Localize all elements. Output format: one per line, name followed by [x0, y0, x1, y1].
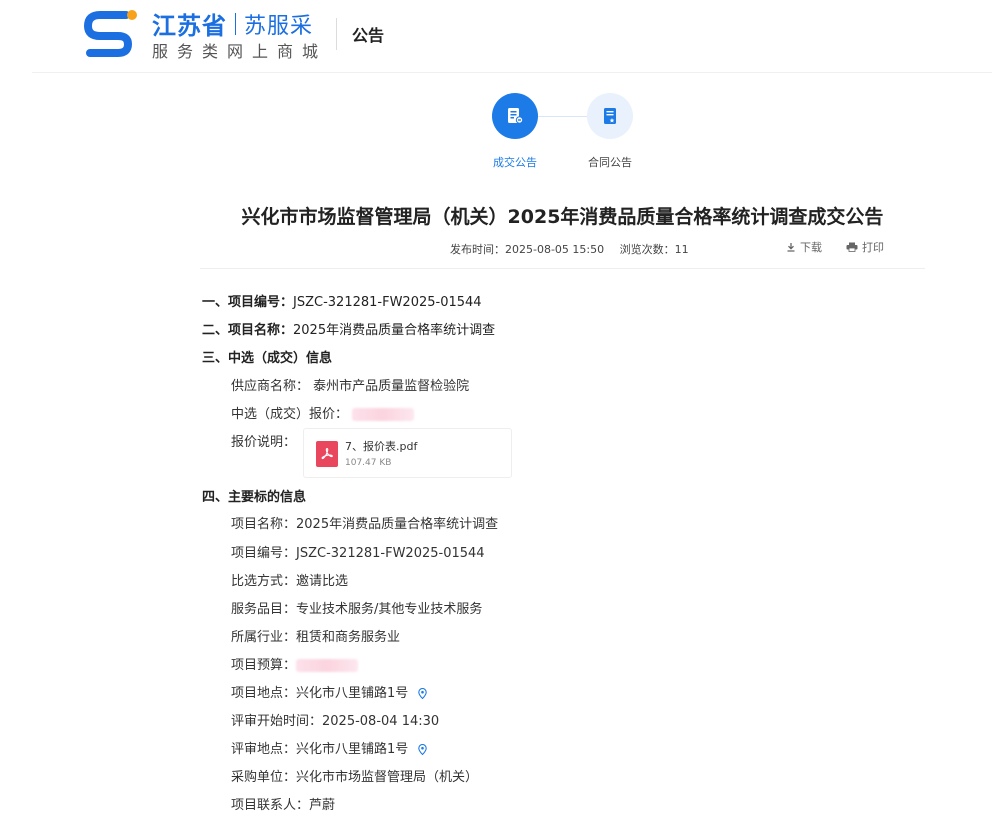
section-winner-info: 三、中选（成交）信息: [202, 351, 333, 366]
detail-label: 项目联系人：: [231, 798, 310, 813]
detail-row: 比选方式：邀请比选: [231, 570, 348, 589]
location-pin-icon[interactable]: [418, 744, 428, 755]
location-pin-icon[interactable]: [418, 688, 428, 699]
step-contract-notice-circle: [587, 93, 633, 139]
view-count: 浏览次数：11: [619, 243, 689, 256]
section-project-name: 二、项目名称：2025年消费品质量合格率统计调查: [202, 319, 495, 338]
brand-divider: [235, 12, 236, 35]
detail-value: JSZC-321281-FW2025-01544: [296, 546, 485, 561]
section-main-subject: 四、主要标的信息: [202, 490, 307, 505]
notice-title: 兴化市市场监督管理局（机关）2025年消费品质量合格率统计调查成交公告: [241, 206, 884, 228]
pdf-symbol-icon: [321, 447, 333, 460]
detail-label: 评审地点：: [231, 742, 297, 757]
title-divider: [200, 268, 925, 269]
detail-value: 2025-08-04 14:30: [322, 714, 440, 729]
print-button[interactable]: 打印: [846, 239, 884, 255]
step-contract-notice-label: 合同公告: [588, 156, 632, 169]
section-project-number-label: 一、项目编号：: [202, 295, 294, 310]
site-header: 江苏省 苏服采 服务类网上商城 公告: [0, 0, 1000, 72]
download-icon: [787, 243, 795, 252]
detail-label: 项目名称：: [231, 517, 297, 532]
price-note-label: 报价说明：: [231, 435, 297, 450]
header-bottom-divider: [32, 72, 992, 73]
price-row: 中选（成交）报价：: [231, 403, 415, 422]
detail-value: 兴化市市场监督管理局（机关）: [296, 770, 479, 785]
supplier-value: 泰州市产品质量监督检验院: [313, 379, 470, 394]
detail-row: 项目地点：兴化市八里铺路1号: [231, 682, 428, 701]
section-project-name-value: 2025年消费品质量合格率统计调查: [293, 323, 496, 338]
detail-value: 租赁和商务服务业: [296, 630, 401, 645]
section-project-number-value: JSZC-321281-FW2025-01544: [293, 295, 482, 310]
brand-title: 江苏省 苏服采: [152, 6, 313, 41]
step-deal-notice-circle: [492, 93, 538, 139]
detail-label: 项目地点：: [231, 686, 297, 701]
publish-time: 发布时间：2025-08-05 15:50: [450, 243, 605, 256]
step-contract-notice[interactable]: 合同公告: [581, 93, 639, 170]
notice-meta: 发布时间：2025-08-05 15:50 浏览次数：11: [450, 241, 701, 257]
detail-row: 采购单位：兴化市市场监督管理局（机关）: [231, 766, 478, 785]
detail-row: 评审开始时间：2025-08-04 14:30: [231, 710, 439, 729]
download-label: 下载: [800, 241, 822, 254]
price-label: 中选（成交）报价：: [231, 407, 349, 422]
step-deal-notice[interactable]: 成交公告: [486, 93, 544, 170]
brand-subtitle: 服务类网上商城: [152, 42, 328, 61]
detail-row: 服务品目：专业技术服务/其他专业技术服务: [231, 598, 482, 617]
brand-province: 江苏省: [152, 12, 227, 40]
download-button[interactable]: 下载: [786, 239, 822, 255]
detail-row: 项目预算：: [231, 654, 359, 673]
detail-label: 所属行业：: [231, 630, 297, 645]
detail-row: 所属行业：租赁和商务服务业: [231, 626, 400, 645]
deal-doc-icon: [508, 108, 524, 124]
brand-name: 苏服采: [244, 13, 314, 39]
detail-row: 项目联系人：芦蔚: [231, 794, 335, 813]
detail-label: 项目编号：: [231, 546, 297, 561]
page-title: 公告: [352, 26, 385, 45]
attachment-size: 107.47 KB: [345, 458, 392, 468]
printer-icon: [846, 242, 858, 252]
detail-value: 邀请比选: [296, 574, 349, 589]
section-project-name-label: 二、项目名称：: [202, 323, 294, 338]
attachment-card[interactable]: 7、报价表.pdf 107.47 KB: [303, 428, 512, 478]
price-redacted: [352, 408, 415, 421]
section-project-number: 一、项目编号：JSZC-321281-FW2025-01544: [202, 291, 482, 310]
su-logo-icon[interactable]: [82, 9, 138, 59]
detail-row: 评审地点：兴化市八里铺路1号: [231, 738, 428, 757]
supplier-row: 供应商名称： 泰州市产品质量监督检验院: [231, 375, 469, 394]
detail-value: 专业技术服务/其他专业技术服务: [296, 602, 483, 617]
detail-label: 采购单位：: [231, 770, 297, 785]
detail-label: 服务品目：: [231, 602, 297, 617]
attachment-name: 7、报价表.pdf: [345, 440, 418, 453]
detail-row: 项目名称：2025年消费品质量合格率统计调查: [231, 513, 498, 532]
detail-value: 芦蔚: [309, 798, 336, 813]
detail-label: 项目预算：: [231, 658, 297, 673]
print-label: 打印: [862, 241, 884, 254]
detail-value: 兴化市八里铺路1号: [296, 742, 409, 757]
detail-row: 项目编号：JSZC-321281-FW2025-01544: [231, 542, 485, 561]
contract-doc-icon: [604, 108, 616, 124]
detail-value: 2025年消费品质量合格率统计调查: [296, 517, 499, 532]
supplier-label: 供应商名称：: [231, 379, 310, 394]
header-divider: [336, 18, 337, 50]
detail-value: 兴化市八里铺路1号: [296, 686, 409, 701]
pdf-file-icon: [316, 441, 338, 467]
budget-redacted: [296, 659, 359, 672]
detail-label: 评审开始时间：: [231, 714, 323, 729]
detail-label: 比选方式：: [231, 574, 297, 589]
step-deal-notice-label: 成交公告: [493, 156, 537, 169]
